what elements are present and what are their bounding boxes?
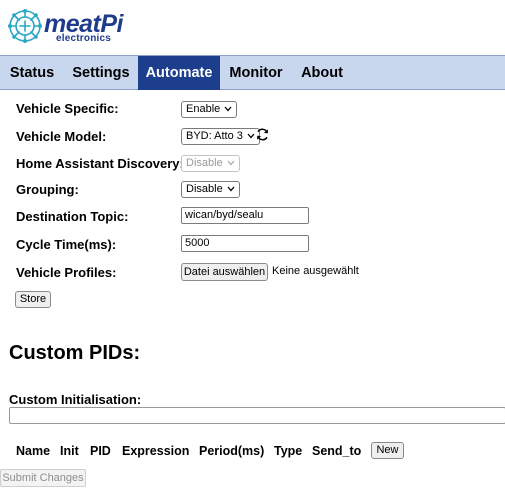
ha-discovery-value: Disable — [186, 157, 223, 169]
destination-topic-input[interactable]: wican/byd/sealu — [181, 207, 309, 224]
choose-file-button[interactable]: Datei auswählen — [181, 263, 268, 281]
vehicle-model-label: Vehicle Model: — [16, 129, 107, 144]
vehicle-model-value: BYD: Atto 3 — [186, 130, 243, 142]
file-status-text: Keine ausgewählt — [272, 265, 359, 277]
destination-topic-label: Destination Topic: — [16, 209, 129, 224]
grouping-value: Disable — [186, 183, 223, 195]
ha-discovery-select: Disable — [181, 155, 240, 172]
col-name: Name — [16, 444, 51, 458]
chevron-down-icon — [227, 186, 235, 192]
chevron-down-icon — [224, 106, 232, 112]
store-button[interactable]: Store — [15, 291, 51, 308]
nav-bar: Status Settings Automate Monitor About — [0, 55, 505, 90]
vehicle-profiles-label: Vehicle Profiles: — [16, 265, 117, 280]
col-type: Type — [274, 444, 303, 458]
vehicle-model-select[interactable]: BYD: Atto 3 — [181, 128, 260, 145]
vehicle-specific-value: Enable — [186, 103, 221, 115]
tab-status[interactable]: Status — [0, 56, 64, 90]
vehicle-specific-select[interactable]: Enable — [181, 101, 238, 118]
custom-init-label: Custom Initialisation: — [9, 392, 142, 407]
tab-about[interactable]: About — [292, 56, 352, 90]
cycle-time-input[interactable]: 5000 — [181, 235, 309, 252]
custom-pids-heading: Custom PIDs: — [9, 342, 141, 364]
refresh-icon[interactable] — [255, 127, 270, 142]
col-send-to: Send_to — [312, 444, 362, 458]
logo-subtitle: electronics — [56, 33, 112, 44]
submit-changes-button[interactable]: Submit Changes — [0, 469, 86, 487]
tab-monitor[interactable]: Monitor — [220, 56, 292, 90]
new-pid-button[interactable]: New — [371, 442, 404, 459]
grouping-label: Grouping: — [16, 182, 79, 197]
ha-discovery-label: Home Assistant Discovery: — [16, 156, 184, 171]
vehicle-specific-label: Vehicle Specific: — [16, 101, 119, 116]
col-expression: Expression — [122, 444, 190, 458]
col-init: Init — [60, 444, 79, 458]
cycle-time-label: Cycle Time(ms): — [16, 237, 117, 252]
col-pid: PID — [90, 444, 111, 458]
tab-settings[interactable]: Settings — [64, 56, 138, 90]
col-period: Period(ms) — [199, 444, 265, 458]
circuit-logo-icon — [8, 9, 42, 43]
tab-automate[interactable]: Automate — [138, 56, 220, 90]
custom-init-input[interactable] — [9, 407, 505, 424]
chevron-down-icon — [227, 160, 235, 166]
grouping-select[interactable]: Disable — [181, 181, 240, 198]
chevron-down-icon — [247, 133, 255, 139]
